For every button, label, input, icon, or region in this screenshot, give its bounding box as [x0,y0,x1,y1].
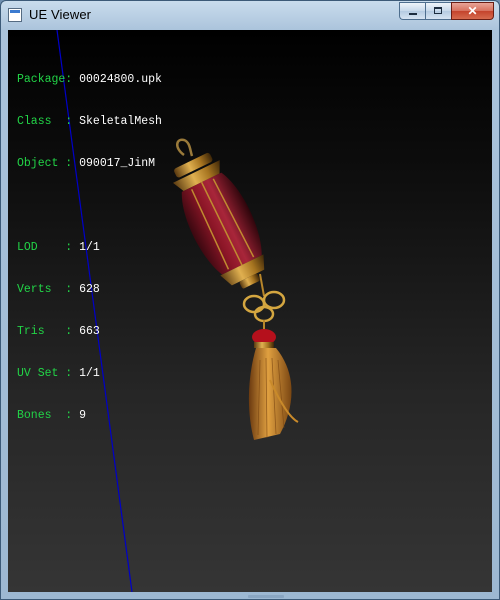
title-bar[interactable]: UE Viewer ✕ [1,1,499,29]
close-icon: ✕ [467,4,478,18]
info-row-verts: Verts : 628 [17,283,100,296]
window-title: UE Viewer [29,7,92,22]
close-button[interactable]: ✕ [451,2,494,20]
lantern-hook [176,138,194,157]
caption-buttons: ✕ [399,2,494,20]
info-row-lod: LOD : 1/1 [17,241,100,254]
app-window-icon[interactable] [8,8,22,22]
mesh-info-overlay: Package: 00024800.upk Class : SkeletalMe… [17,45,162,451]
minimize-icon [409,13,417,15]
info-row-uv-set: UV Set : 1/1 [17,367,100,380]
info-row-object: Object : 090017_JinM [17,157,156,170]
info-row-bones: Bones : 9 [17,409,87,422]
maximize-icon [434,7,442,14]
maximize-button[interactable] [425,2,451,20]
info-row-package: Package: 00024800.upk [17,73,162,86]
minimize-button[interactable] [399,2,425,20]
chinese-knot [242,290,286,323]
3d-viewport[interactable]: Package: 00024800.upk Class : SkeletalMe… [8,30,492,592]
info-row-class: Class : SkeletalMesh [17,115,162,128]
lantern-tassel [248,348,292,440]
resize-grip[interactable] [248,595,284,598]
info-row-tris: Tris : 663 [17,325,100,338]
app-window: UE Viewer ✕ Package: 00024800.upk Class … [0,0,500,600]
